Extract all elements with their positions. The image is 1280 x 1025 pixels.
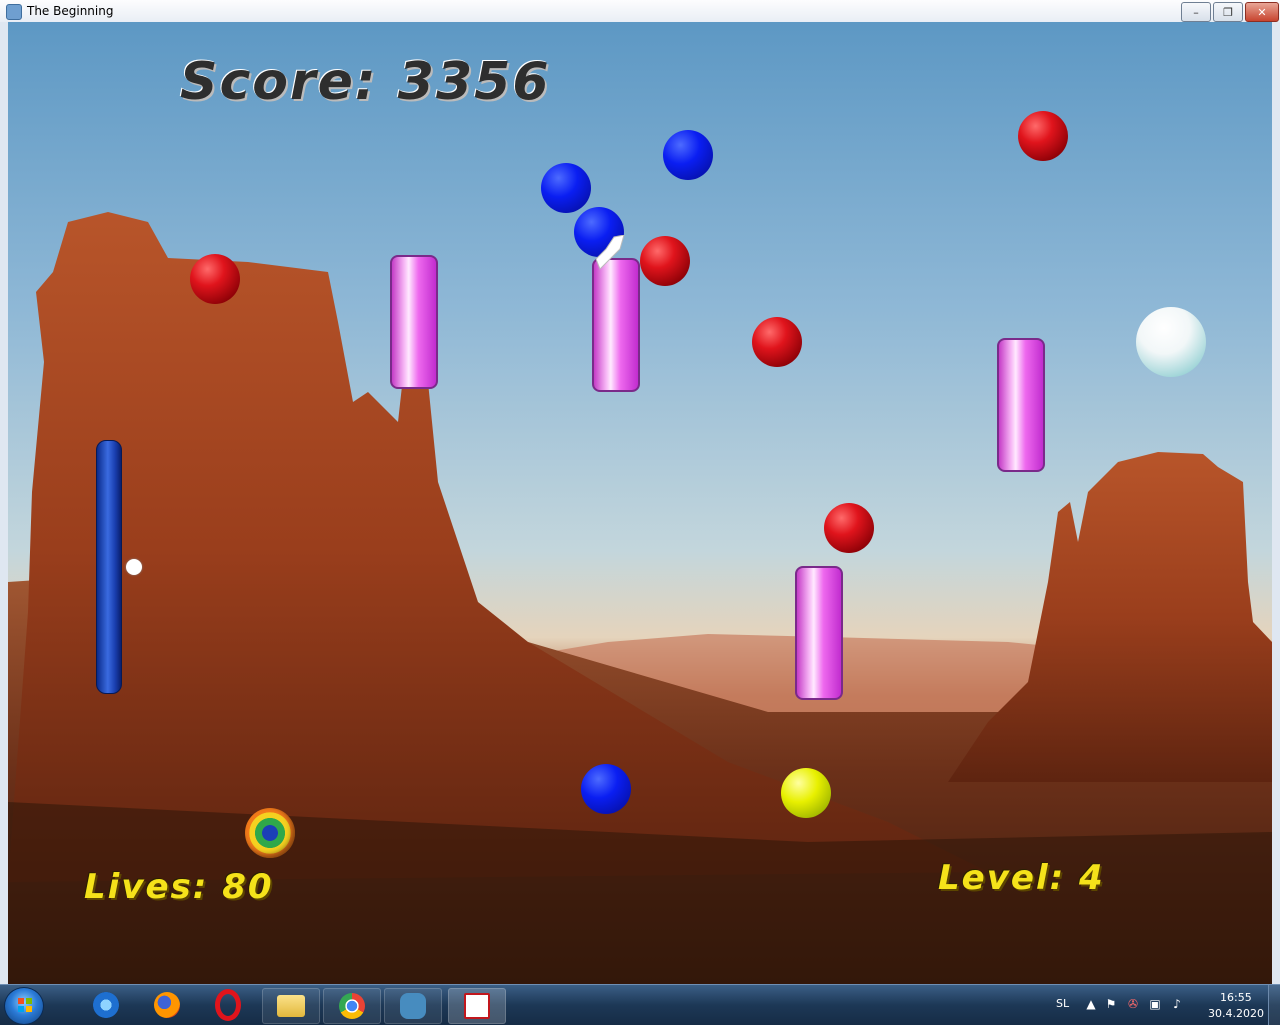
show-desktop-button[interactable] (1268, 985, 1280, 1025)
yellow-ball (781, 768, 831, 818)
godot-icon (400, 993, 426, 1019)
folder-icon (277, 995, 305, 1017)
network-icon[interactable]: ▣ (1148, 997, 1162, 1011)
taskbar-firefox[interactable] (139, 988, 195, 1022)
purple-brick (997, 338, 1045, 472)
language-indicator[interactable]: SL (1056, 997, 1069, 1010)
windows-logo-icon (18, 998, 32, 1012)
window-frame-right (1272, 22, 1280, 984)
clock-time[interactable]: 16:55 (1220, 991, 1252, 1004)
taskbar-chrome[interactable] (323, 988, 381, 1024)
window-title: The Beginning (27, 4, 114, 18)
level-display: Level: 4 (938, 858, 1105, 898)
player-paddle[interactable] (96, 440, 122, 694)
purple-brick (390, 255, 438, 389)
red-ball (1018, 111, 1068, 161)
taskbar-opera[interactable] (200, 988, 256, 1022)
app-icon (6, 4, 22, 20)
white-ball (1136, 307, 1206, 377)
red-ball (190, 254, 240, 304)
volume-icon[interactable]: ♪ (1170, 997, 1184, 1011)
purple-brick (795, 566, 843, 700)
window-titlebar: The Beginning – ❐ ✕ (0, 0, 1280, 23)
taskbar: SL ▲ ⚑ ✇ ▣ ♪ 16:55 30.4.2020 (0, 984, 1280, 1025)
red-ball (824, 503, 874, 553)
internet-explorer-icon (93, 992, 119, 1018)
score-display: Score: 3356 (180, 52, 551, 112)
blue-ball (581, 764, 631, 814)
rainbow-ball (245, 808, 295, 858)
taskbar-internet-explorer[interactable] (78, 988, 134, 1022)
chrome-icon (339, 993, 365, 1019)
show-hidden-icons-icon[interactable]: ▲ (1084, 997, 1098, 1011)
game-ball (126, 559, 142, 575)
window-frame-left (0, 22, 8, 984)
adobe-update-icon[interactable]: ✇ (1126, 997, 1140, 1011)
desert-background (8, 212, 1272, 984)
firefox-icon (154, 992, 180, 1018)
clock-date[interactable]: 30.4.2020 (1208, 1007, 1264, 1020)
opera-icon (215, 989, 241, 1021)
start-button[interactable] (4, 987, 44, 1025)
taskbar-godot[interactable] (384, 988, 442, 1024)
game-app-icon (464, 993, 490, 1019)
red-ball (640, 236, 690, 286)
red-ball (752, 317, 802, 367)
taskbar-file-explorer[interactable] (262, 988, 320, 1024)
blue-ball (541, 163, 591, 213)
blue-ball (663, 130, 713, 180)
close-button[interactable]: ✕ (1245, 2, 1279, 22)
taskbar-game-app[interactable] (448, 988, 506, 1024)
lives-display: Lives: 80 (84, 867, 274, 907)
system-tray: SL ▲ ⚑ ✇ ▣ ♪ 16:55 30.4.2020 (1040, 985, 1280, 1025)
game-viewport[interactable]: Score: 3356 Lives: 80 Level: 4 (8, 22, 1272, 984)
maximize-button[interactable]: ❐ (1213, 2, 1243, 22)
brick-fragment (596, 235, 625, 270)
purple-brick (592, 258, 640, 392)
action-center-flag-icon[interactable]: ⚑ (1104, 997, 1118, 1011)
minimize-button[interactable]: – (1181, 2, 1211, 22)
